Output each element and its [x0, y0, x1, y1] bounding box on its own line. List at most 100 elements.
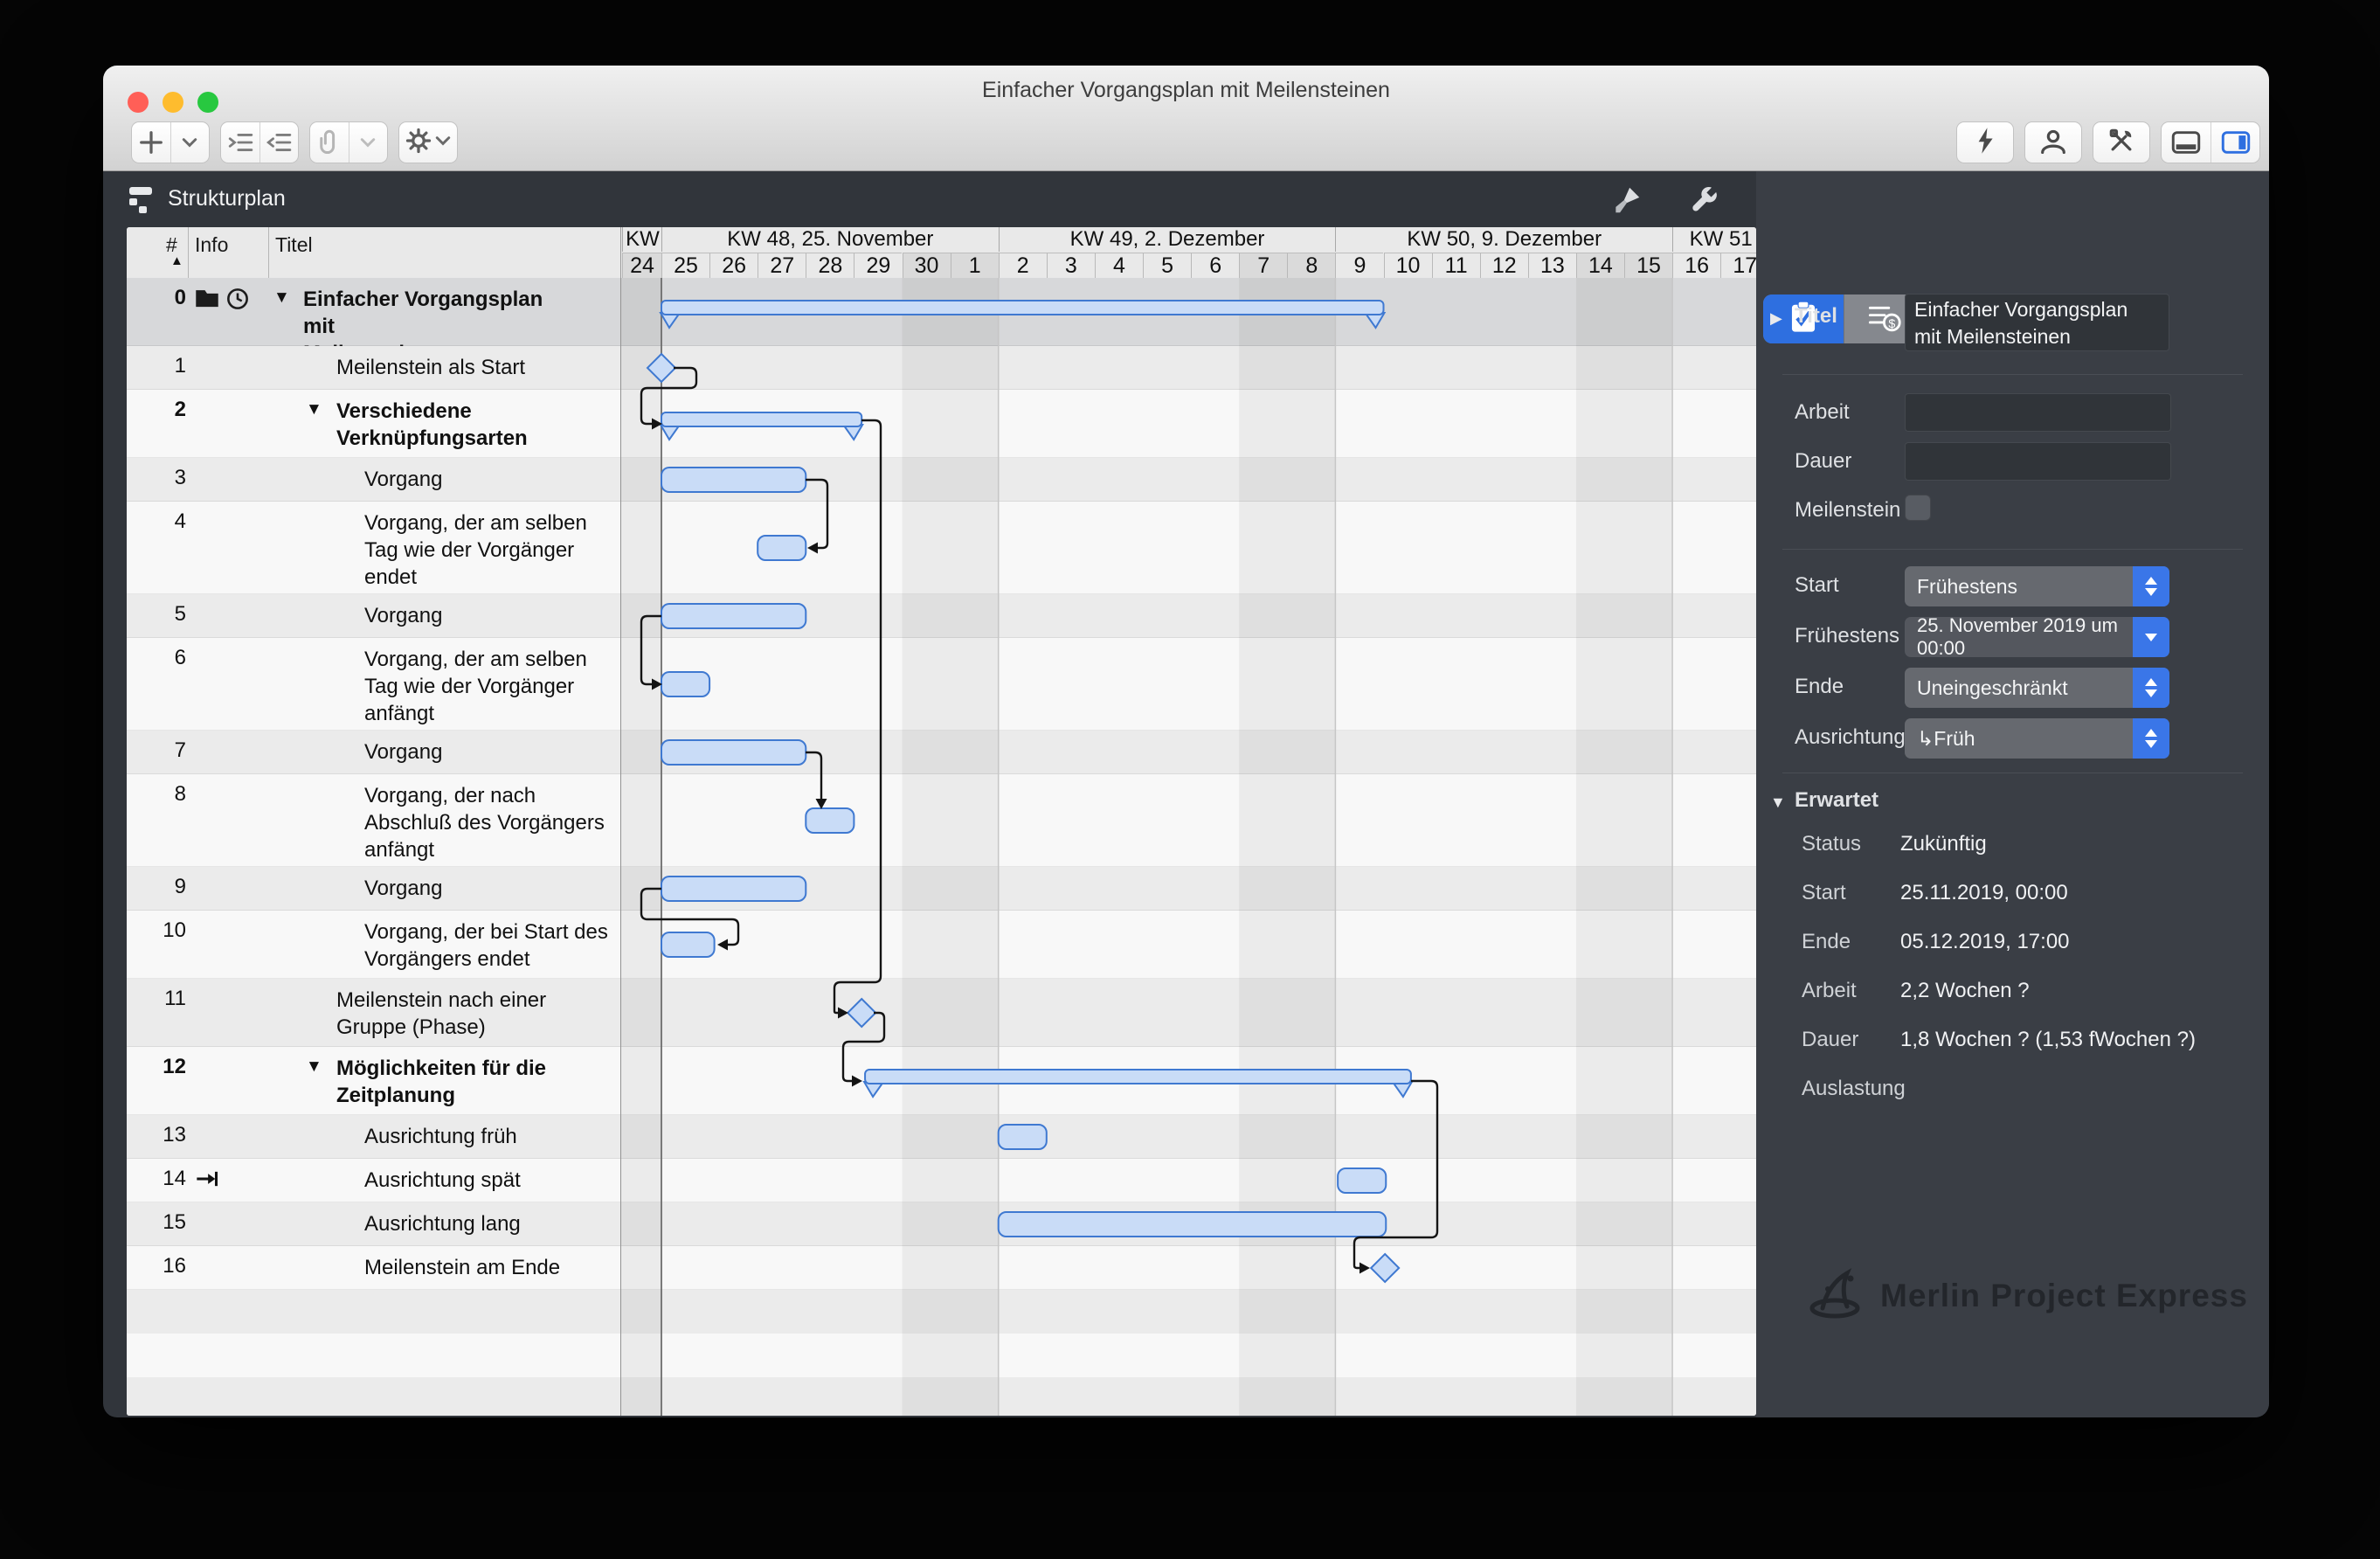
weekend-shade: [620, 278, 661, 1416]
attach-icon[interactable]: [310, 122, 349, 163]
day-header: 11: [1431, 253, 1480, 279]
task-bar[interactable]: [661, 739, 807, 766]
task-bar[interactable]: [661, 467, 807, 493]
title-bar: Einfacher Vorgangsplan mit Meilensteinen: [103, 66, 2269, 171]
dependency-link: [806, 478, 829, 550]
disclosure-right-icon[interactable]: ▶: [1770, 309, 1782, 328]
ausrichtung-select[interactable]: ↳Früh: [1905, 718, 2169, 759]
task-bar[interactable]: [757, 535, 807, 561]
disclosure-triangle[interactable]: ▼: [306, 400, 322, 419]
wrench-icon[interactable]: [1686, 183, 1721, 222]
sort-ascending-icon[interactable]: ▲: [170, 253, 183, 268]
task-bar[interactable]: [805, 807, 855, 834]
add-button[interactable]: [131, 121, 210, 163]
milestone-diamond[interactable]: [846, 997, 877, 1029]
settings-button[interactable]: [398, 121, 458, 163]
row-title: Vorgang, der nach Abschluß des Vorgänger…: [364, 784, 605, 862]
task-bar[interactable]: [661, 876, 807, 902]
paintbrush-icon[interactable]: [1610, 184, 1643, 221]
task-bar[interactable]: [661, 932, 716, 958]
day-header: 14: [1575, 253, 1624, 279]
row-number: 2: [174, 398, 186, 421]
popup-stepper[interactable]: [2133, 668, 2169, 708]
resources-button[interactable]: [2024, 121, 2082, 163]
title-field[interactable]: Einfacher Vorgangsplan mit Meilensteinen: [1905, 294, 2169, 351]
arbeit-field[interactable]: [1905, 393, 2171, 432]
app-branding: Merlin Project Express: [1809, 1268, 2248, 1323]
expected-arbeit-value: 2,2 Wochen ?: [1900, 979, 2030, 1002]
row-number: 5: [174, 602, 186, 626]
disclosure-triangle[interactable]: ▼: [306, 1057, 322, 1077]
chevron-down-icon[interactable]: [435, 135, 451, 151]
link-arrowhead: [852, 1075, 862, 1087]
ende-select[interactable]: Uneingeschränkt: [1905, 668, 2169, 708]
attach-button[interactable]: [309, 121, 388, 163]
meilenstein-checkbox[interactable]: [1905, 495, 1931, 521]
gear-icon[interactable]: [405, 128, 432, 158]
erwartet-header: Erwartet: [1795, 788, 1879, 812]
row-title: Vorgang: [364, 468, 443, 491]
cost-icon: $: [1868, 302, 1901, 336]
group-bar[interactable]: [661, 412, 863, 427]
task-bar[interactable]: [997, 1124, 1048, 1150]
weekend-shade: [1239, 278, 1336, 1416]
day-header: 17: [1720, 253, 1756, 279]
chart-left-border: [620, 227, 621, 278]
popup-stepper[interactable]: [2133, 718, 2169, 759]
tools-prefs-button[interactable]: [2093, 121, 2150, 163]
combo-button[interactable]: [2133, 617, 2169, 657]
add-menu-icon[interactable]: [170, 122, 209, 163]
row-number: 14: [163, 1167, 186, 1190]
popup-stepper[interactable]: [2133, 566, 2169, 606]
day-header: 26: [709, 253, 758, 279]
branding-text: Merlin Project Express: [1880, 1277, 2248, 1313]
weekend-shade: [902, 278, 999, 1416]
meilenstein-label: Meilenstein: [1795, 498, 1901, 522]
group-bar[interactable]: [661, 300, 1385, 315]
disclosure-down-icon[interactable]: ▼: [1770, 793, 1786, 812]
merlin-hat-icon: [1809, 1268, 1865, 1323]
chevron-down-icon: [2145, 689, 2157, 697]
tools-prefs-icon[interactable]: [2107, 127, 2135, 159]
task-bar[interactable]: [1337, 1168, 1387, 1194]
day-header: 12: [1479, 253, 1528, 279]
start-label: Start: [1795, 573, 1839, 597]
attach-menu-icon[interactable]: [349, 122, 387, 163]
actions-button[interactable]: [1956, 121, 2014, 163]
day-header: 9: [1335, 253, 1384, 279]
bottom-panel-toggle[interactable]: [2162, 122, 2210, 163]
ausrichtung-label: Ausrichtung: [1795, 725, 1906, 749]
row-number: 3: [174, 466, 186, 489]
milestone-diamond[interactable]: [1369, 1252, 1401, 1284]
outdent-icon[interactable]: [259, 122, 298, 163]
indent-icon[interactable]: [221, 122, 259, 163]
resources-icon[interactable]: [2039, 128, 2067, 158]
day-header: 29: [854, 253, 903, 279]
link-arrowhead: [838, 1007, 848, 1019]
actions-icon[interactable]: [1974, 127, 1996, 159]
add-icon[interactable]: [132, 122, 170, 163]
group-bar[interactable]: [864, 1069, 1412, 1084]
disclosure-triangle[interactable]: ▼: [273, 288, 290, 308]
col-info[interactable]: Info: [195, 233, 228, 257]
clock-icon: [226, 288, 249, 315]
header-divider: [268, 227, 269, 278]
task-bar[interactable]: [661, 603, 807, 629]
indent-buttons[interactable]: [220, 121, 299, 163]
row-title: Ausrichtung spät: [364, 1168, 521, 1192]
start-select[interactable]: Frühestens: [1905, 566, 2169, 606]
layout-toggle-buttons[interactable]: [2161, 121, 2260, 163]
task-bar[interactable]: [661, 671, 711, 697]
frühestens-select[interactable]: 25. November 2019 um 00:00: [1905, 614, 2169, 659]
col-title[interactable]: Titel: [275, 233, 313, 257]
link-arrowhead: [1360, 1262, 1370, 1274]
dauer-field[interactable]: [1905, 442, 2171, 481]
screen: Einfacher Vorgangsplan mit Meilensteinen…: [0, 0, 2380, 1559]
view-name: Strukturplan: [168, 186, 286, 211]
right-panel-toggle[interactable]: [2211, 122, 2259, 163]
frühestens-label: Frühestens: [1795, 624, 1900, 648]
day-header: 2: [998, 253, 1047, 279]
task-bar[interactable]: [997, 1211, 1387, 1237]
row-number: 8: [174, 782, 186, 806]
row-title: Ausrichtung lang: [364, 1212, 521, 1236]
